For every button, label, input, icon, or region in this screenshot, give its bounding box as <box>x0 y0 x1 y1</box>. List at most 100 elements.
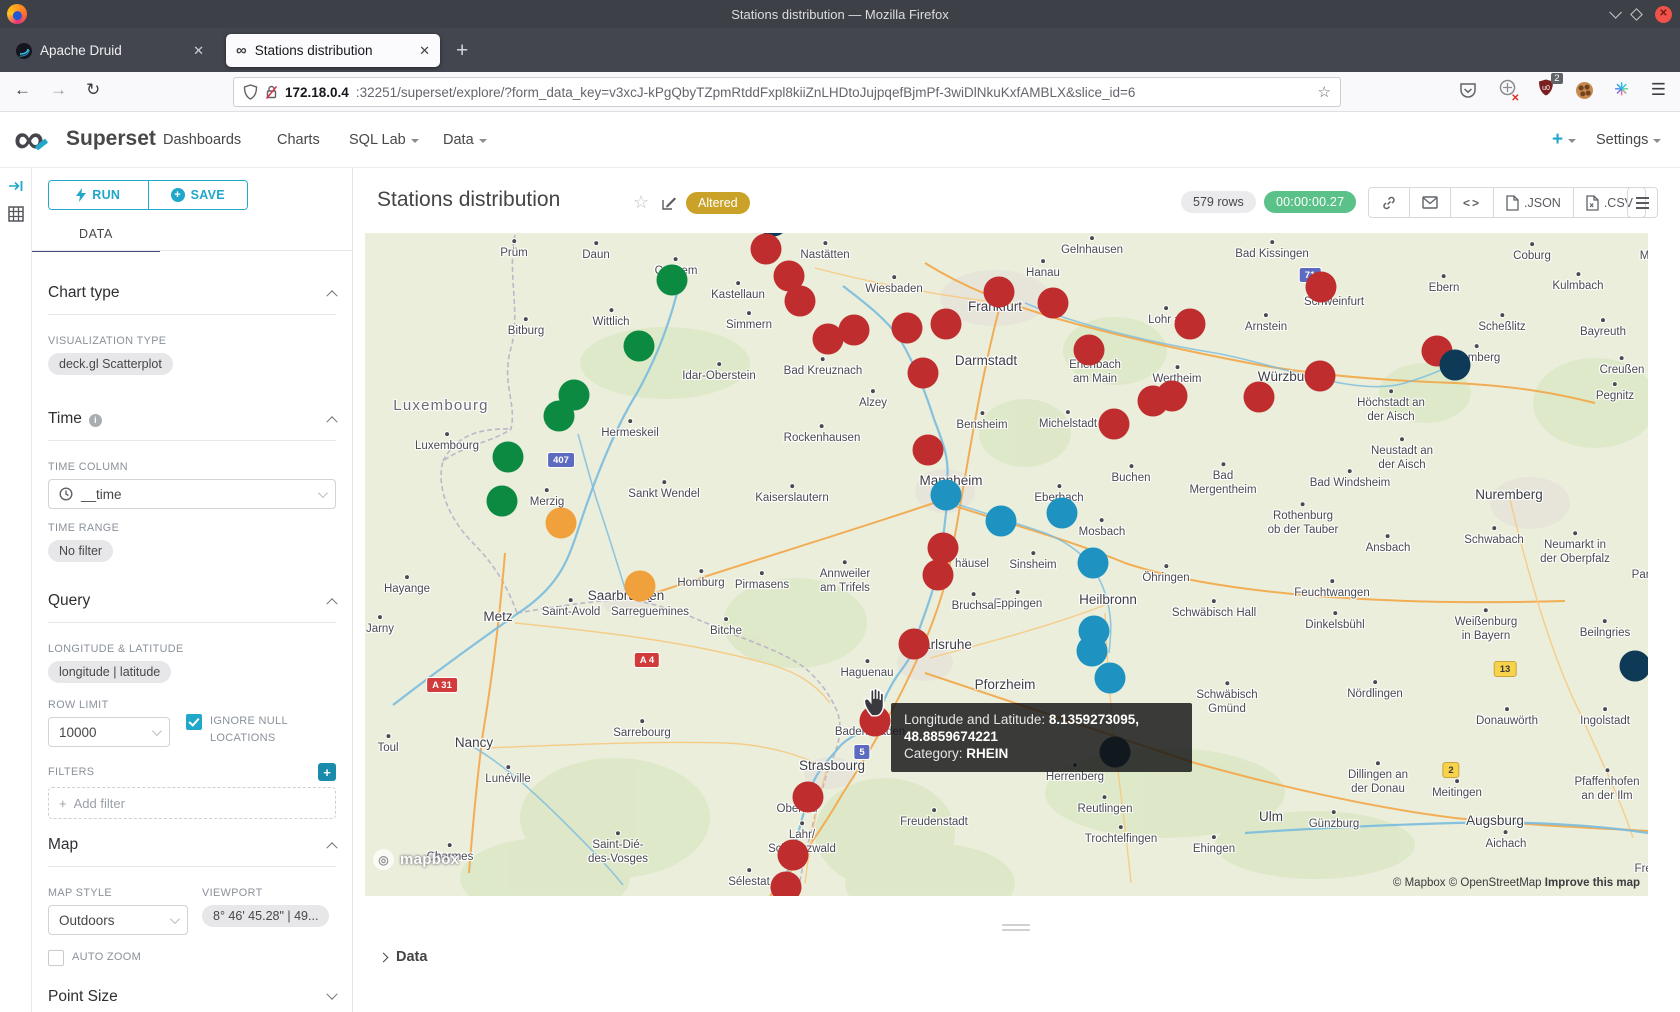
map-data-point[interactable] <box>1077 636 1108 667</box>
back-button[interactable]: ← <box>14 80 31 100</box>
save-button[interactable]: + SAVE <box>148 181 248 209</box>
map-data-point[interactable] <box>1440 350 1471 381</box>
url-bar[interactable]: 172.18.0.4:32251/superset/explore/?form_… <box>233 77 1341 107</box>
lock-slash-icon[interactable] <box>265 85 278 100</box>
map-data-point[interactable] <box>624 331 655 362</box>
map-data-point[interactable] <box>1157 381 1188 412</box>
extension-icon[interactable]: ✕ <box>1499 79 1516 101</box>
favorite-star-icon[interactable]: ☆ <box>633 192 649 213</box>
map-data-point[interactable] <box>1074 335 1105 366</box>
map-data-point[interactable] <box>1078 548 1109 579</box>
reload-button[interactable]: ↻ <box>86 80 100 100</box>
map-data-point[interactable] <box>931 480 962 511</box>
mapbox-logo[interactable]: ◎ mapbox <box>373 849 459 870</box>
resize-drag-handle[interactable] <box>1002 924 1030 931</box>
maximize-icon[interactable] <box>1630 8 1643 21</box>
map-data-point[interactable] <box>546 508 577 539</box>
ignore-null-checkbox[interactable] <box>186 714 202 730</box>
minimize-icon[interactable] <box>1609 6 1622 19</box>
map-data-point[interactable] <box>657 265 688 296</box>
map-data-point[interactable] <box>771 872 802 897</box>
map-data-point[interactable] <box>839 315 870 346</box>
export-json-button[interactable]: .JSON <box>1493 188 1573 217</box>
map-data-point[interactable] <box>908 358 939 389</box>
map-data-point[interactable] <box>928 533 959 564</box>
collapse-panel-icon[interactable] <box>8 178 24 194</box>
map-data-point[interactable] <box>923 560 954 591</box>
map-data-point[interactable] <box>793 782 824 813</box>
map-data-point[interactable] <box>751 234 782 265</box>
map-data-point[interactable] <box>1305 361 1336 392</box>
attr-osm-link[interactable]: © OpenStreetMap <box>1449 877 1542 889</box>
run-button[interactable]: RUN <box>49 181 148 209</box>
forward-button[interactable]: → <box>50 80 67 100</box>
map-data-point[interactable] <box>493 442 524 473</box>
close-icon[interactable]: ✕ <box>1655 6 1672 23</box>
tab-close-icon[interactable]: ✕ <box>419 43 430 59</box>
shield-icon[interactable] <box>243 84 258 100</box>
time-column-select[interactable]: __time <box>48 479 336 509</box>
nav-settings[interactable]: Settings <box>1596 132 1661 148</box>
map-data-point[interactable] <box>1620 651 1649 682</box>
browser-menu-icon[interactable]: ☰ <box>1651 80 1666 100</box>
map-data-point[interactable] <box>984 277 1015 308</box>
section-header[interactable]: Map <box>48 836 336 867</box>
map-data-point[interactable] <box>1244 382 1275 413</box>
section-header[interactable]: Query <box>48 592 336 623</box>
add-filter-box[interactable]: + Add filter <box>48 787 336 819</box>
map-data-point[interactable] <box>1095 663 1126 694</box>
cookie-icon[interactable] <box>1576 82 1593 99</box>
tab-close-icon[interactable]: ✕ <box>193 43 204 59</box>
asterisk-extension-icon[interactable]: ✳ <box>1615 80 1629 100</box>
map-canvas[interactable]: 407A 4A 31571132 PrümDaunCochemNastätten… <box>365 233 1648 896</box>
tab-stations-distribution[interactable]: ∞ Stations distribution ✕ <box>226 34 440 67</box>
time-range-value[interactable]: No filter <box>48 540 113 562</box>
attr-mapbox-link[interactable]: © Mapbox <box>1393 877 1446 889</box>
map-data-point[interactable] <box>913 435 944 466</box>
nav-dashboards[interactable]: Dashboards <box>163 132 241 148</box>
map-data-point[interactable] <box>544 401 575 432</box>
map-style-select[interactable]: Outdoors <box>48 905 188 935</box>
share-link-button[interactable] <box>1369 188 1409 217</box>
map-data-point[interactable] <box>931 309 962 340</box>
map-data-point[interactable] <box>778 840 809 871</box>
map-data-point[interactable] <box>899 629 930 660</box>
superset-logo-icon[interactable]: ∞ <box>14 116 44 162</box>
map-data-point[interactable] <box>785 286 816 317</box>
section-header[interactable]: Timei <box>48 410 336 441</box>
map-data-point[interactable] <box>1047 498 1078 529</box>
add-filter-plus-button[interactable]: + <box>318 763 336 781</box>
nav-sql-lab[interactable]: SQL Lab <box>349 132 419 148</box>
map-data-point[interactable] <box>1099 409 1130 440</box>
map-data-point[interactable] <box>986 506 1017 537</box>
map-data-point[interactable] <box>1306 272 1337 303</box>
new-item-button[interactable]: + <box>1552 129 1576 151</box>
map-data-point[interactable] <box>625 571 656 602</box>
map-data-point[interactable] <box>1038 288 1069 319</box>
section-header[interactable]: Point Size <box>48 988 336 1012</box>
lonlat-value[interactable]: longitude | latitude <box>48 661 171 683</box>
datasource-grid-icon[interactable] <box>8 206 24 222</box>
map-data-point[interactable] <box>1175 309 1206 340</box>
section-header[interactable]: Chart type <box>48 284 336 315</box>
viz-type-value[interactable]: deck.gl Scatterplot <box>48 353 173 375</box>
edit-properties-icon[interactable] <box>661 195 677 216</box>
ublock-icon[interactable]: u0 2 <box>1538 79 1554 101</box>
embed-code-button[interactable]: <> <box>1450 188 1493 217</box>
chart-menu-button[interactable] <box>1627 187 1658 218</box>
map-data-point[interactable] <box>487 486 518 517</box>
data-section-header[interactable]: Data <box>380 949 427 965</box>
row-limit-select[interactable]: 10000 <box>48 717 170 747</box>
attr-improve-link[interactable]: Improve this map <box>1545 877 1640 889</box>
pocket-icon[interactable] <box>1459 82 1477 99</box>
new-tab-button[interactable]: + <box>456 39 468 63</box>
auto-zoom-checkbox[interactable] <box>48 950 64 966</box>
bookmark-star-icon[interactable]: ☆ <box>1318 83 1331 101</box>
nav-data[interactable]: Data <box>443 132 487 148</box>
email-button[interactable] <box>1409 188 1450 217</box>
map-data-point[interactable] <box>892 313 923 344</box>
tab-data[interactable]: DATA <box>32 221 160 252</box>
superset-brand[interactable]: Superset <box>66 127 156 151</box>
nav-charts[interactable]: Charts <box>277 132 320 148</box>
tab-apache-druid[interactable]: Apache Druid ✕ <box>6 34 214 67</box>
